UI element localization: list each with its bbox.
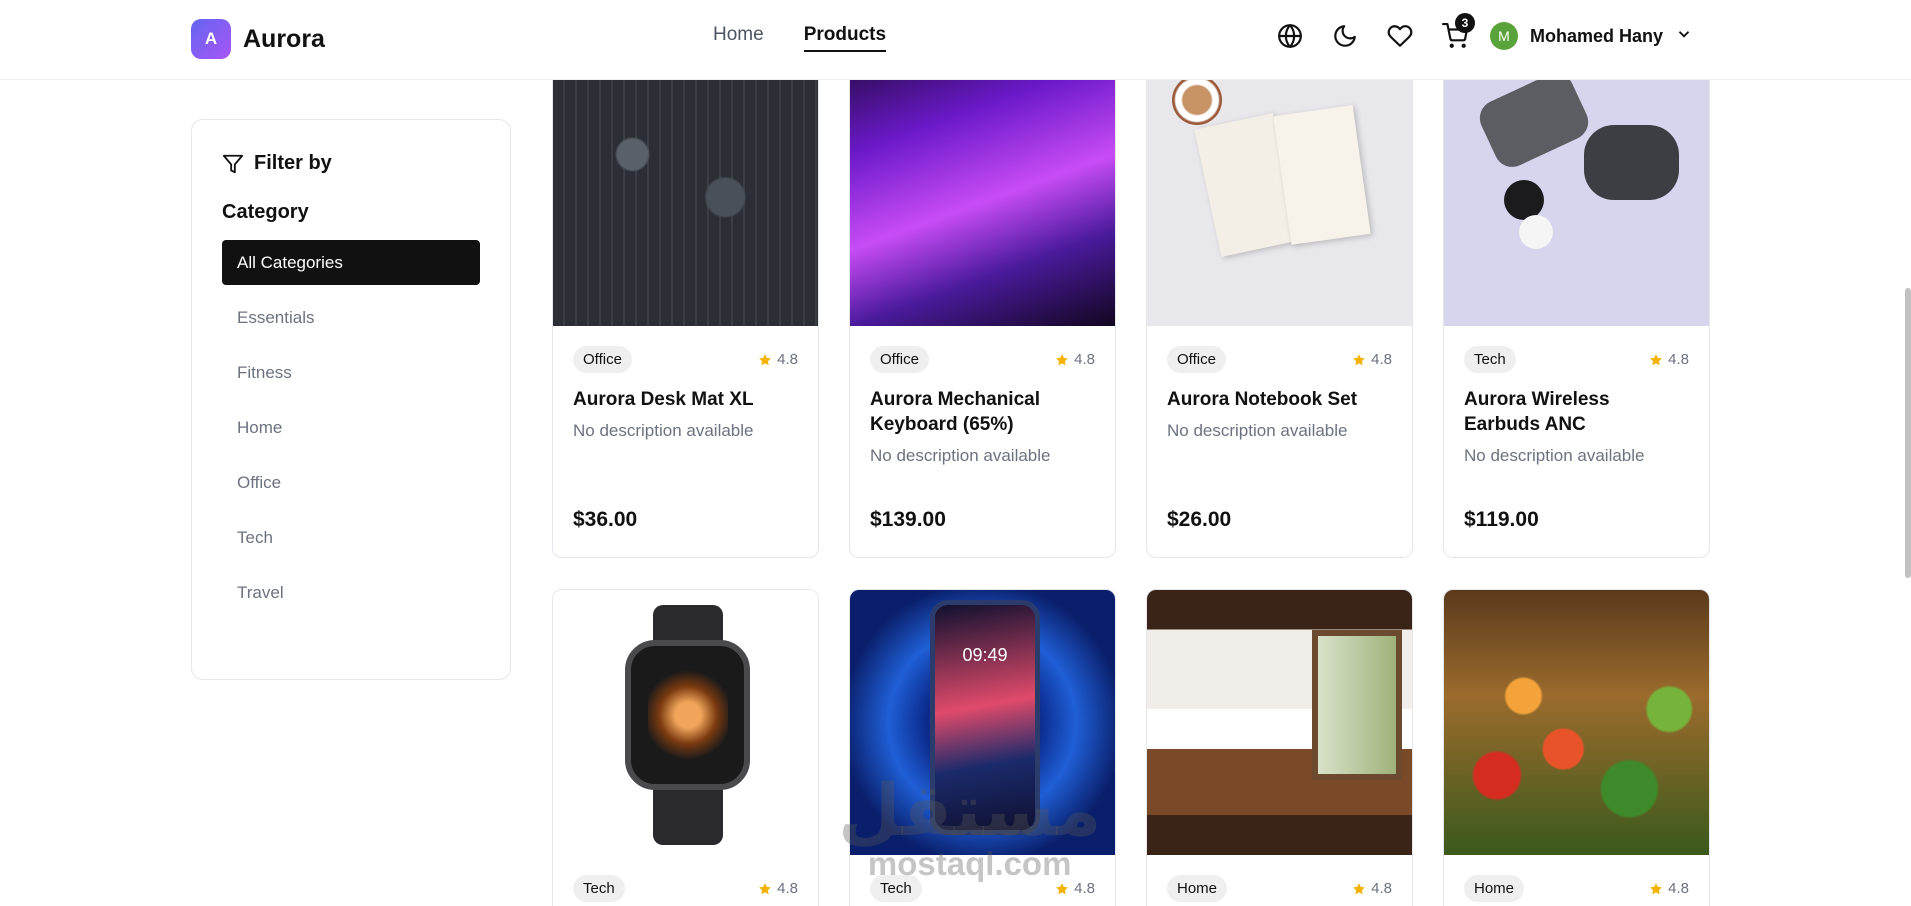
cart-button[interactable]: 3 [1435,13,1475,56]
star-icon [1056,353,1068,365]
filter-icon [222,154,244,173]
avatar: M [1490,22,1518,50]
product-description: No description available [1167,421,1348,440]
logo-mark: A [191,19,231,59]
user-name: Mohamed Hany [1530,25,1664,46]
category-item-office[interactable]: Office [222,460,480,505]
category-item-tech[interactable]: Tech [222,515,480,560]
star-icon [1056,882,1068,894]
nav-home[interactable]: Home [713,24,764,52]
rating: 4.8 [1649,351,1689,368]
product-name[interactable]: Aurora Notebook Set [1167,387,1392,412]
product-image[interactable] [553,590,818,855]
category-tag: Home [1464,875,1525,902]
category-tag: Tech [1464,346,1516,373]
product-description: No description available [870,446,1051,465]
product-image[interactable] [1444,590,1709,855]
product-card[interactable]: Office 4.8 Aurora Notebook Set No descri… [1146,40,1413,558]
rating: 4.8 [1055,351,1095,368]
product-price: $36.00 [573,508,638,531]
product-image[interactable] [553,40,818,326]
top-header: A Aurora Home Products 3 M Mohamed Hany [0,0,1911,80]
product-price: $139.00 [870,508,946,531]
watermark-url: mostaql.com [867,845,1072,882]
chevron-down-icon [1675,25,1693,48]
watermark: مستقل mostaql.com [838,775,1101,880]
star-icon [759,882,771,894]
product-price: $119.00 [1464,508,1539,531]
product-name[interactable]: Aurora Wireless Earbuds ANC [1464,387,1689,437]
main-nav: Home Products [713,24,887,52]
page-scrollbar[interactable] [1905,288,1911,578]
category-tag: Office [1167,346,1226,373]
star-icon [1353,882,1365,894]
category-item-travel[interactable]: Travel [222,570,480,615]
category-heading: Category [222,201,309,223]
user-menu[interactable]: M Mohamed Hany [1490,22,1693,50]
brand-name: Aurora [243,24,325,53]
product-description: No description available [1464,446,1645,465]
product-card[interactable]: Tech 4.8 Aurora Wireless Earbuds ANC No … [1443,40,1710,558]
category-item-home[interactable]: Home [222,405,480,450]
product-price: $26.00 [1167,508,1232,531]
product-image[interactable] [1444,40,1709,326]
rating: 4.8 [1055,880,1095,897]
star-icon [1650,353,1662,365]
product-image[interactable] [1147,40,1412,326]
phone-screen-time: 09:49 [962,645,1008,665]
category-list: All Categories Essentials Fitness Home O… [222,240,480,615]
rating: 4.8 [1649,880,1689,897]
product-description: No description available [573,421,754,440]
globe-icon[interactable] [1270,16,1310,56]
product-card[interactable]: Tech 4.8 [552,589,819,906]
category-item-fitness[interactable]: Fitness [222,350,480,395]
filter-title: Filter by [222,152,480,175]
rating: 4.8 [1352,351,1392,368]
product-card[interactable]: Office 4.8 Aurora Mechanical Keyboard (6… [849,40,1116,558]
header-actions: 3 M Mohamed Hany [1270,13,1693,56]
category-item-essentials[interactable]: Essentials [222,295,480,340]
cart-count-badge: 3 [1455,13,1475,33]
star-icon [759,353,771,365]
category-tag: Office [870,346,929,373]
heart-icon[interactable] [1380,16,1420,56]
category-tag: Office [573,346,632,373]
category-item-all[interactable]: All Categories [222,240,480,285]
product-card[interactable]: Office 4.8 Aurora Desk Mat XL No descrip… [552,40,819,558]
rating: 4.8 [758,880,798,897]
product-card[interactable]: Home 4.8 [1146,589,1413,906]
product-image[interactable] [850,40,1115,326]
product-name[interactable]: Aurora Mechanical Keyboard (65%) [870,387,1095,437]
watermark-arabic: مستقل [838,771,1102,851]
product-image[interactable] [1147,590,1412,855]
brand-logo[interactable]: A Aurora [191,19,325,59]
product-card[interactable]: Home 4.8 [1443,589,1710,906]
category-tag: Tech [573,875,625,902]
rating: 4.8 [758,351,798,368]
nav-products[interactable]: Products [803,24,887,52]
star-icon [1353,353,1365,365]
moon-icon[interactable] [1325,16,1365,56]
filter-sidebar: Filter by Category All Categories Essent… [191,119,511,680]
star-icon [1650,882,1662,894]
category-tag: Home [1167,875,1228,902]
product-name[interactable]: Aurora Desk Mat XL [573,387,798,412]
rating: 4.8 [1352,880,1392,897]
